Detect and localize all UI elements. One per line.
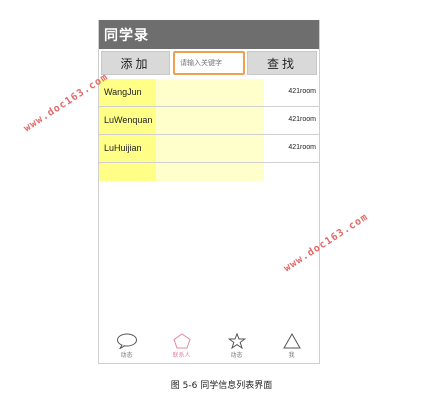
row-highlight [156,107,264,134]
title-bar: 同学录 [99,20,319,49]
contact-list: WangJun 421room LuWenquan 421room LuHuij… [99,79,319,163]
list-highlight-tail [99,163,156,181]
row-highlight [156,79,264,106]
row-highlight [156,135,264,162]
list-item[interactable]: LuHuijian 421room [99,135,319,163]
app-title: 同学录 [104,28,149,44]
tab-moments[interactable]: 动态 [209,330,264,363]
speech-bubble-icon [116,333,137,349]
list-item[interactable]: WangJun 421room [99,79,319,107]
contact-room: 421room [288,88,316,95]
tab-label: 我 [288,352,295,359]
list-item[interactable]: LuWenquan 421room [99,107,319,135]
contact-name: LuWenquan [104,115,153,125]
tab-messages[interactable]: 动态 [99,330,154,363]
tab-label: 联系人 [172,352,191,359]
add-button[interactable]: 添加 [101,51,170,75]
pentagon-icon [172,333,191,349]
tab-contacts[interactable]: 联系人 [154,330,209,363]
find-button[interactable]: 查找 [247,51,317,75]
tab-label: 动态 [120,352,133,359]
contact-name: WangJun [104,87,142,97]
tab-label: 动态 [230,352,243,359]
bottom-tab-bar: 动态 联系人 动态 我 [99,330,319,363]
contact-room: 421room [288,144,316,151]
toolbar: 添加 查找 [99,51,319,76]
star-icon [227,333,246,349]
tab-me[interactable]: 我 [264,330,319,363]
figure-caption: 图 5-6 同学信息列表界面 [170,381,273,391]
triangle-icon [282,333,301,349]
phone-screen: 同学录 添加 查找 WangJun 421room LuWenquan 421r… [98,20,320,364]
search-input[interactable] [173,51,245,75]
contact-room: 421room [288,116,316,123]
contact-name: LuHuijian [104,143,142,153]
